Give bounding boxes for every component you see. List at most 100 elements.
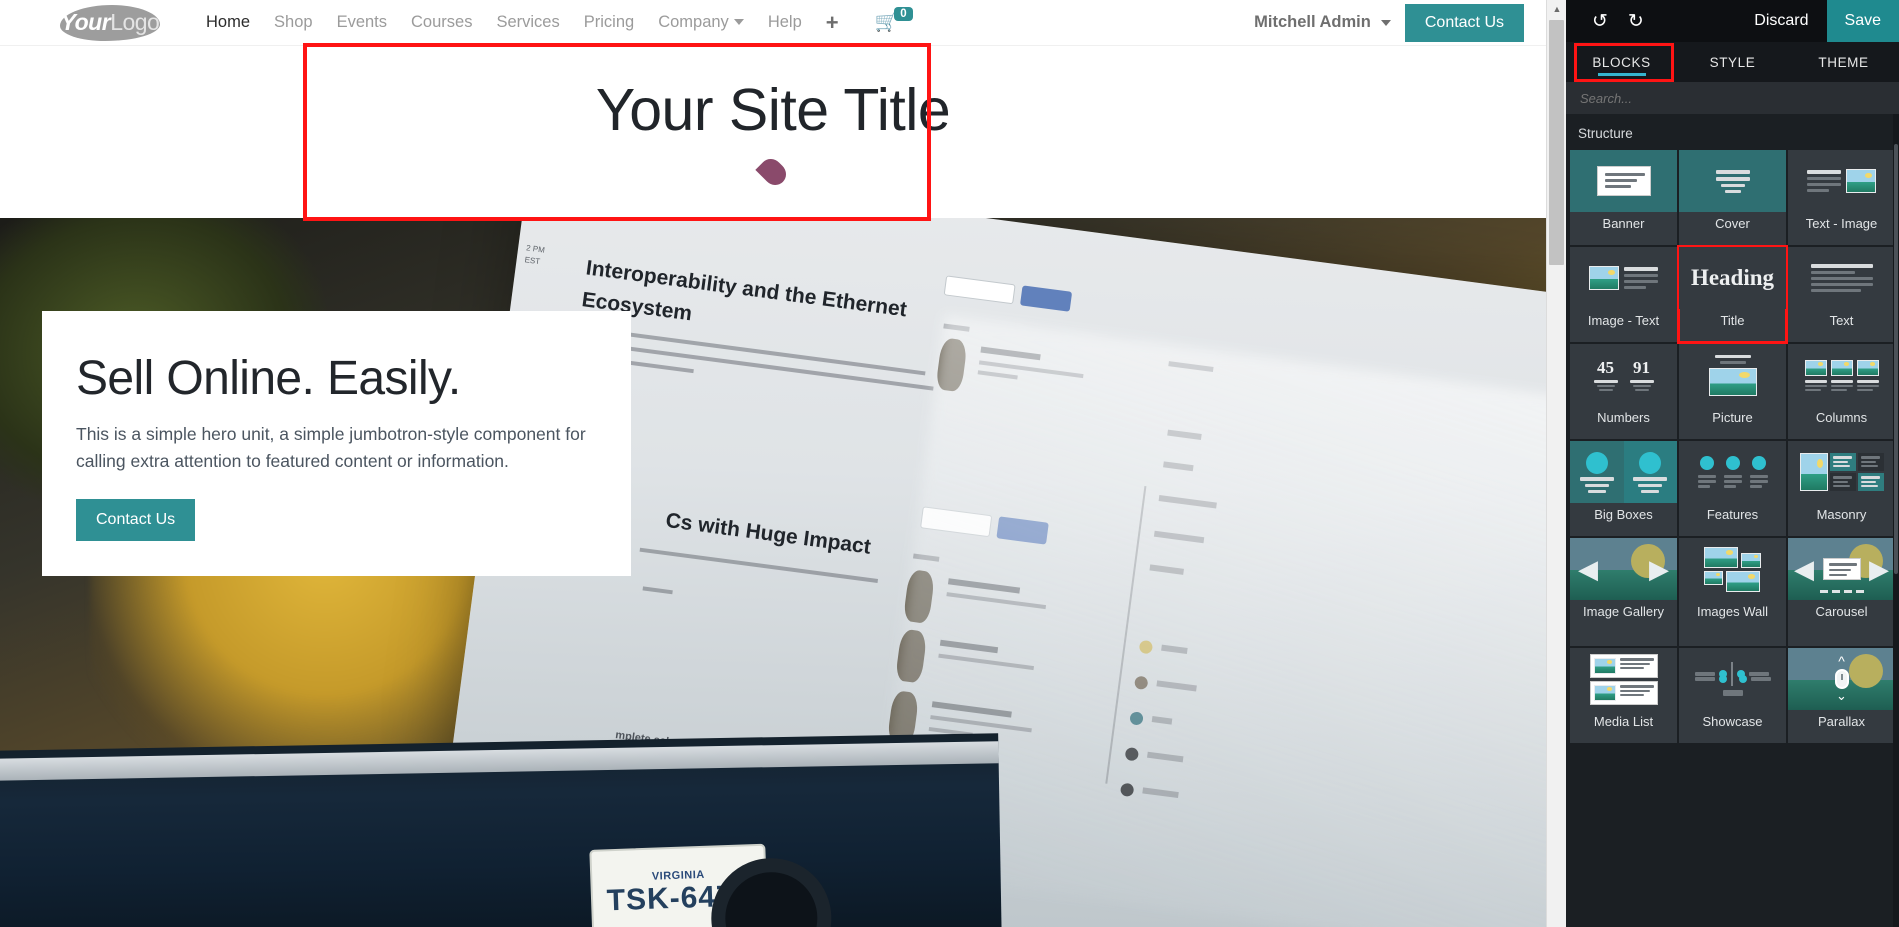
block-image-text[interactable]: Image - Text <box>1570 247 1677 342</box>
block-cover[interactable]: Cover <box>1679 150 1786 245</box>
preview-scrollbar[interactable]: ▲ <box>1546 0 1566 927</box>
block-title[interactable]: Heading Title <box>1677 245 1788 344</box>
nav-item-help[interactable]: Help <box>756 9 814 36</box>
site-logo[interactable]: Your Logo <box>52 3 168 43</box>
block-images-wall[interactable]: Images Wall <box>1679 538 1786 646</box>
block-label: Image Gallery <box>1583 604 1664 619</box>
search-input[interactable] <box>1580 90 1885 106</box>
picture-thumbnail-icon <box>1679 344 1786 406</box>
big-boxes-thumbnail-icon <box>1570 441 1677 503</box>
hero-heading: Sell Online. Easily. <box>76 352 461 405</box>
plus-icon[interactable]: + <box>814 10 851 36</box>
block-features[interactable]: Features <box>1679 441 1786 536</box>
showcase-thumbnail-icon <box>1679 648 1786 710</box>
numbers-value-1: 45 <box>1597 357 1614 377</box>
user-menu-label[interactable]: Mitchell Admin <box>1254 13 1375 32</box>
block-masonry[interactable]: Masonry <box>1788 441 1895 536</box>
scrollbar-thumb[interactable] <box>1549 20 1564 265</box>
photo-truck: VIRGINIA TSK-6473 <box>0 733 1002 927</box>
chevron-down-icon[interactable] <box>1380 19 1391 26</box>
numbers-thumbnail-icon: 45 91 <box>1570 344 1677 406</box>
cart-count-badge: 0 <box>894 7 913 21</box>
block-label: Text <box>1829 313 1854 328</box>
block-carousel[interactable]: ◀ ▶ Carousel <box>1788 538 1895 646</box>
block-columns[interactable]: Columns <box>1788 344 1895 439</box>
block-label: Picture <box>1712 410 1753 425</box>
save-button[interactable]: Save <box>1826 0 1899 42</box>
website-editor-panel: ↺ ↻ Discard Save BLOCKS STYLE THEME Stru… <box>1566 0 1899 927</box>
block-numbers[interactable]: 45 91 Numbers <box>1570 344 1677 439</box>
block-label: Text - Image <box>1805 216 1878 231</box>
block-label: Carousel <box>1815 604 1868 619</box>
block-label: Numbers <box>1597 410 1650 425</box>
block-picture[interactable]: Picture <box>1679 344 1786 439</box>
block-image-gallery[interactable]: ◀ ▶ Image Gallery <box>1570 538 1677 646</box>
block-label: Banner <box>1602 216 1645 231</box>
block-text[interactable]: Text <box>1788 247 1895 342</box>
block-text-image[interactable]: Text - Image <box>1788 150 1895 245</box>
carousel-thumbnail-icon: ◀ ▶ <box>1788 538 1895 600</box>
page-title: Your Site Title <box>595 76 951 143</box>
logo-text: Your Logo <box>52 3 168 43</box>
hero-contact-us-button[interactable]: Contact Us <box>76 499 196 542</box>
editor-toolbar: ↺ ↻ Discard Save <box>1566 0 1899 42</box>
chevron-down-icon <box>733 19 744 25</box>
navbar-contact-us-button[interactable]: Contact Us <box>1404 3 1524 42</box>
photo-headline-2: Cs with Huge Impact <box>664 508 873 559</box>
nav-item-services[interactable]: Services <box>484 9 571 36</box>
numbers-value-2: 91 <box>1633 357 1650 377</box>
text-thumbnail-icon <box>1788 247 1895 309</box>
block-showcase[interactable]: Showcase <box>1679 648 1786 743</box>
nav-item-events[interactable]: Events <box>325 9 399 36</box>
media-list-thumbnail-icon <box>1570 648 1677 710</box>
block-label: Title <box>1720 313 1745 328</box>
block-label: Big Boxes <box>1594 507 1653 522</box>
nav-item-company[interactable]: Company <box>646 9 756 36</box>
site-navbar: Your Logo Home Shop Events Courses Servic… <box>0 0 1546 45</box>
block-parallax[interactable]: ^ ⌄ Parallax <box>1788 648 1895 743</box>
parallax-thumbnail-icon: ^ ⌄ <box>1788 648 1895 710</box>
website-builder-screen: Your Logo Home Shop Events Courses Servic… <box>0 0 1899 927</box>
photo-timezone: EST <box>524 255 541 267</box>
banner-thumbnail-icon <box>1570 150 1677 212</box>
tab-theme[interactable]: THEME <box>1788 42 1899 82</box>
nav-item-courses[interactable]: Courses <box>399 9 484 36</box>
nav-item-home[interactable]: Home <box>194 9 262 36</box>
cart-button[interactable]: 🛒 0 <box>851 7 923 32</box>
cover-thumbnail-icon <box>1679 150 1786 212</box>
redo-icon[interactable]: ↻ <box>1618 12 1654 31</box>
undo-icon[interactable]: ↺ <box>1582 12 1618 31</box>
images-wall-thumbnail-icon <box>1679 538 1786 600</box>
hero-paragraph: This is a simple hero unit, a simple jum… <box>76 424 586 472</box>
features-thumbnail-icon <box>1679 441 1786 503</box>
hero-content-card[interactable]: Sell Online. Easily. This is a simple he… <box>42 311 631 576</box>
blocks-panel-scrollbar[interactable] <box>1893 114 1899 927</box>
blocks-list: Structure Banner Cover Text - Image Imag… <box>1566 114 1899 927</box>
blocks-grid: Banner Cover Text - Image Image - Text H… <box>1566 150 1899 743</box>
block-label: Showcase <box>1702 714 1763 729</box>
tab-blocks[interactable]: BLOCKS <box>1566 42 1677 82</box>
site-preview: Your Logo Home Shop Events Courses Servic… <box>0 0 1546 927</box>
block-banner[interactable]: Banner <box>1570 150 1677 245</box>
scroll-up-icon[interactable]: ▲ <box>1547 0 1567 18</box>
tab-style[interactable]: STYLE <box>1677 42 1788 82</box>
block-label: Masonry <box>1816 507 1867 522</box>
block-label: Media List <box>1593 714 1654 729</box>
scrollbar-thumb[interactable] <box>1894 144 1898 574</box>
block-big-boxes[interactable]: Big Boxes <box>1570 441 1677 536</box>
image-text-thumbnail-icon <box>1570 247 1677 309</box>
block-label: Columns <box>1815 410 1868 425</box>
main-menu: Home Shop Events Courses Services Pricin… <box>194 7 923 36</box>
drop-separator-icon <box>755 154 791 191</box>
block-media-list[interactable]: Media List <box>1570 648 1677 743</box>
discard-button[interactable]: Discard <box>1736 12 1826 30</box>
nav-item-shop[interactable]: Shop <box>262 9 325 36</box>
blocks-search-bar[interactable] <box>1566 82 1899 114</box>
text-image-thumbnail-icon <box>1788 150 1895 212</box>
masonry-thumbnail-icon <box>1788 441 1895 503</box>
nav-item-pricing[interactable]: Pricing <box>572 9 646 36</box>
image-gallery-thumbnail-icon: ◀ ▶ <box>1570 538 1677 600</box>
logo-text-light: Logo <box>110 9 160 35</box>
block-label: Parallax <box>1818 714 1865 729</box>
site-title-block[interactable]: Your Site Title <box>0 45 1546 218</box>
